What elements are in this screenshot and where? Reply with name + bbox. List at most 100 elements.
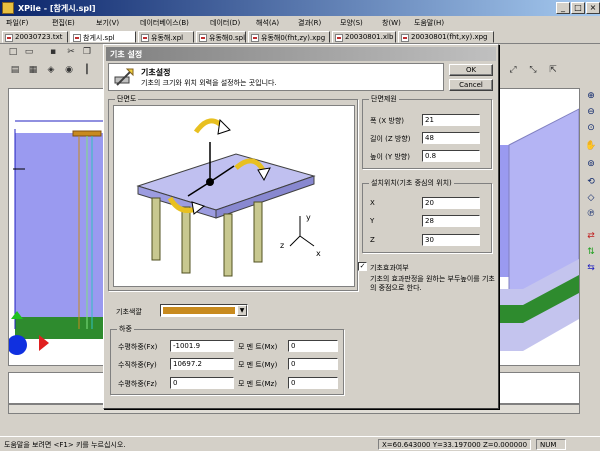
title-bar: XPile - [참게시.spl] _ □ ×: [0, 0, 600, 16]
length-label: 길이 (Z 방향): [370, 135, 411, 143]
section-preview-legend: 단면도: [115, 95, 139, 104]
menu-result[interactable]: 결과(R): [298, 18, 321, 28]
right-toolbar: ⊕ ⊖ ⊙ ✋ ⊚ ⟲ ◇ ℗ ⇄ ⇅ ⇆: [582, 88, 600, 328]
menu-bar: 파일(F) 편집(E) 보기(V) 데이터베이스(B) 데이터(D) 해석(A)…: [0, 16, 600, 30]
close-button[interactable]: ×: [586, 2, 600, 14]
draw-tool-icon[interactable]: ◈: [44, 64, 58, 77]
rotate-icon[interactable]: ⟲: [584, 176, 598, 189]
chevron-down-icon[interactable]: ▼: [237, 305, 247, 316]
menu-edit[interactable]: 편집(E): [52, 18, 75, 28]
copy-icon[interactable]: ❐: [80, 46, 94, 59]
minimize-button[interactable]: _: [556, 2, 570, 14]
cut-icon[interactable]: ✂: [64, 46, 78, 59]
load-fy-field[interactable]: 10697.2: [170, 358, 234, 370]
foundation-color-label: 기초색깔: [116, 308, 142, 316]
doc-tab-label: 20030801.xlb: [345, 33, 394, 41]
length-field[interactable]: 48: [422, 132, 480, 144]
cancel-button[interactable]: Cancel: [449, 79, 493, 91]
pile: [181, 206, 191, 274]
pos-x-field[interactable]: 20: [422, 197, 480, 209]
height-label: 높이 (Y 방향): [370, 153, 410, 161]
axis-view-2-icon[interactable]: ⤡: [526, 64, 540, 77]
height-field[interactable]: 0.8: [422, 150, 480, 162]
coordinate-readout: X=60.643000 Y=33.197000 Z=0.000000: [378, 439, 532, 450]
doc-tab[interactable]: 유동해0(fht,zy).xpg: [248, 31, 330, 43]
open-folder-icon[interactable]: ▭: [22, 46, 36, 59]
menu-file[interactable]: 파일(F): [6, 18, 28, 28]
moment-my-field[interactable]: 0: [288, 358, 338, 370]
document-icon: [73, 34, 81, 42]
document-icon: [401, 34, 409, 42]
maximize-button[interactable]: □: [571, 2, 585, 14]
moment-mx-label: 모 멘 트(Mx): [238, 343, 278, 351]
window-title: XPile - [참게시.spl]: [18, 4, 96, 13]
doc-tab[interactable]: 20030723.txt: [2, 31, 68, 43]
document-icon: [199, 34, 207, 42]
doc-tab[interactable]: 20030801.xlb: [332, 31, 396, 43]
pos-y-label: Y: [370, 217, 375, 225]
load-fx-label: 수평하중(Fx): [118, 343, 158, 351]
pile: [223, 213, 233, 277]
pile-tool-icon[interactable]: ┃: [80, 64, 94, 77]
zoom-out-icon[interactable]: ⊖: [584, 106, 598, 119]
width-field[interactable]: 21: [422, 114, 480, 126]
header-description: 기초의 크기와 위치 외력을 설정하는 곳입니다.: [141, 79, 277, 87]
pos-z-field[interactable]: 30: [422, 234, 480, 246]
axis-y-icon[interactable]: ⇅: [584, 246, 598, 259]
doc-tab[interactable]: 유동해0.spl: [196, 31, 246, 43]
camera-icon[interactable]: ◉: [62, 64, 76, 77]
document-icon: [335, 34, 343, 42]
moment-mz-label: 모 멘 트(Mz): [238, 380, 277, 388]
ok-button[interactable]: OK: [449, 64, 493, 76]
pan-hand-icon[interactable]: ✋: [584, 140, 598, 153]
pos-z-label: Z: [370, 236, 375, 244]
doc-tab-label: 유동해0.spl: [209, 34, 246, 42]
width-label: 폭 (X 방향): [370, 117, 405, 125]
menu-shape[interactable]: 모양(S): [340, 18, 363, 28]
doc-tab[interactable]: 20030801(fht,xy).xpg: [398, 31, 494, 43]
pile-cap: [72, 130, 102, 137]
app-icon: [2, 2, 14, 14]
axis-z-icon[interactable]: ⇆: [584, 262, 598, 275]
foundation-effect-checkbox[interactable]: ✓: [358, 262, 367, 271]
zoom-all-icon[interactable]: ⊚: [584, 158, 598, 171]
menu-help[interactable]: 도움말(H): [414, 18, 444, 28]
load-fx-field[interactable]: -1001.9: [170, 340, 234, 352]
axis-view-icon[interactable]: ⤢: [506, 64, 520, 77]
doc-tab-label: 참게시.spl: [83, 34, 115, 42]
header-title: 기초설정: [141, 68, 171, 77]
menu-window[interactable]: 창(W): [382, 18, 401, 28]
x-axis-line: [299, 235, 315, 247]
menu-analysis[interactable]: 해석(A): [256, 18, 279, 28]
moment-mz-field[interactable]: 0: [288, 377, 338, 389]
menu-database[interactable]: 데이터베이스(B): [140, 18, 189, 28]
dimension-legend: 단면제원: [369, 95, 399, 104]
axis-x-icon[interactable]: ⇄: [584, 230, 598, 243]
moment-mx-field[interactable]: 0: [288, 340, 338, 352]
moment-my-label: 모 멘 트(My): [238, 361, 278, 369]
dialog-title: 기초 설정: [110, 50, 143, 59]
view-3d-icon[interactable]: ◇: [584, 192, 598, 205]
table-tool-icon[interactable]: ▦: [26, 64, 40, 77]
pos-y-field[interactable]: 28: [422, 215, 480, 227]
dialog-title-bar: 기초 설정: [106, 47, 496, 61]
pile: [151, 197, 161, 261]
doc-tab[interactable]: 유동해.xpl: [138, 31, 194, 43]
menu-view[interactable]: 보기(V): [96, 18, 119, 28]
zoom-window-icon[interactable]: ⊙: [584, 122, 598, 135]
save-icon[interactable]: ▪: [46, 46, 60, 59]
dialog-header: 기초설정 기초의 크기와 위치 외력을 설정하는 곳입니다.: [108, 63, 444, 91]
print-icon[interactable]: ℗: [584, 208, 598, 221]
zoom-in-icon[interactable]: ⊕: [584, 90, 598, 103]
load-legend: 하중: [117, 325, 134, 334]
status-bar: 도움말을 보려면 <F1> 키를 누르십시오. X=60.643000 Y=33…: [0, 436, 600, 451]
doc-tab-active[interactable]: 참게시.spl: [70, 31, 136, 43]
text-tool-icon[interactable]: ▤: [8, 64, 22, 77]
document-icon: [141, 34, 149, 42]
z-axis-line: [289, 235, 301, 247]
foundation-color-select[interactable]: ▼: [160, 304, 248, 317]
load-fz-field[interactable]: 0: [170, 377, 234, 389]
axis-view-3-icon[interactable]: ⇱: [546, 64, 560, 77]
new-file-icon[interactable]: □: [6, 46, 20, 59]
menu-data[interactable]: 데이터(D): [210, 18, 240, 28]
